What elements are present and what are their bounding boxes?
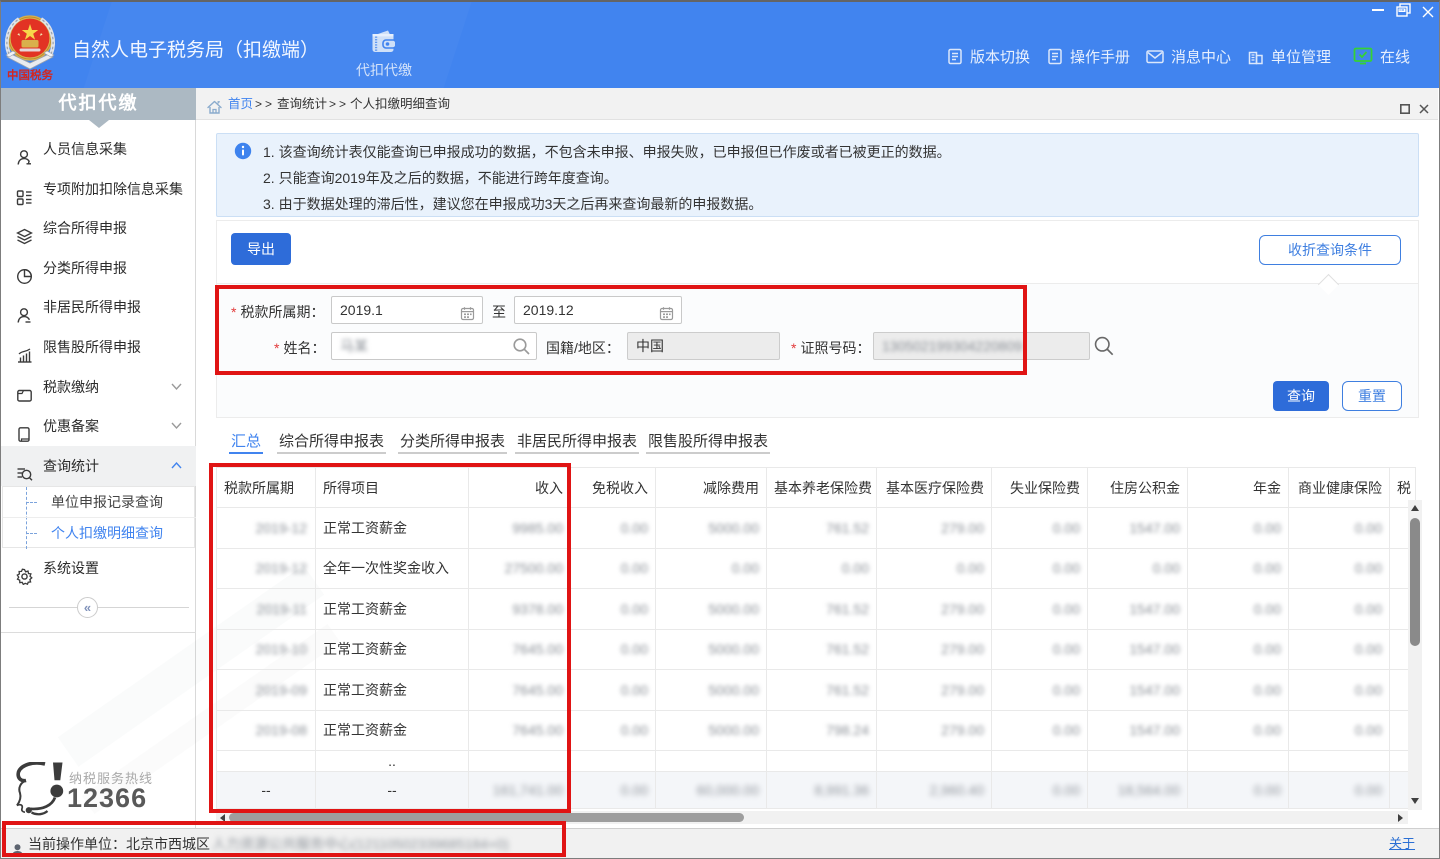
- svg-text:中国税务: 中国税务: [7, 68, 53, 82]
